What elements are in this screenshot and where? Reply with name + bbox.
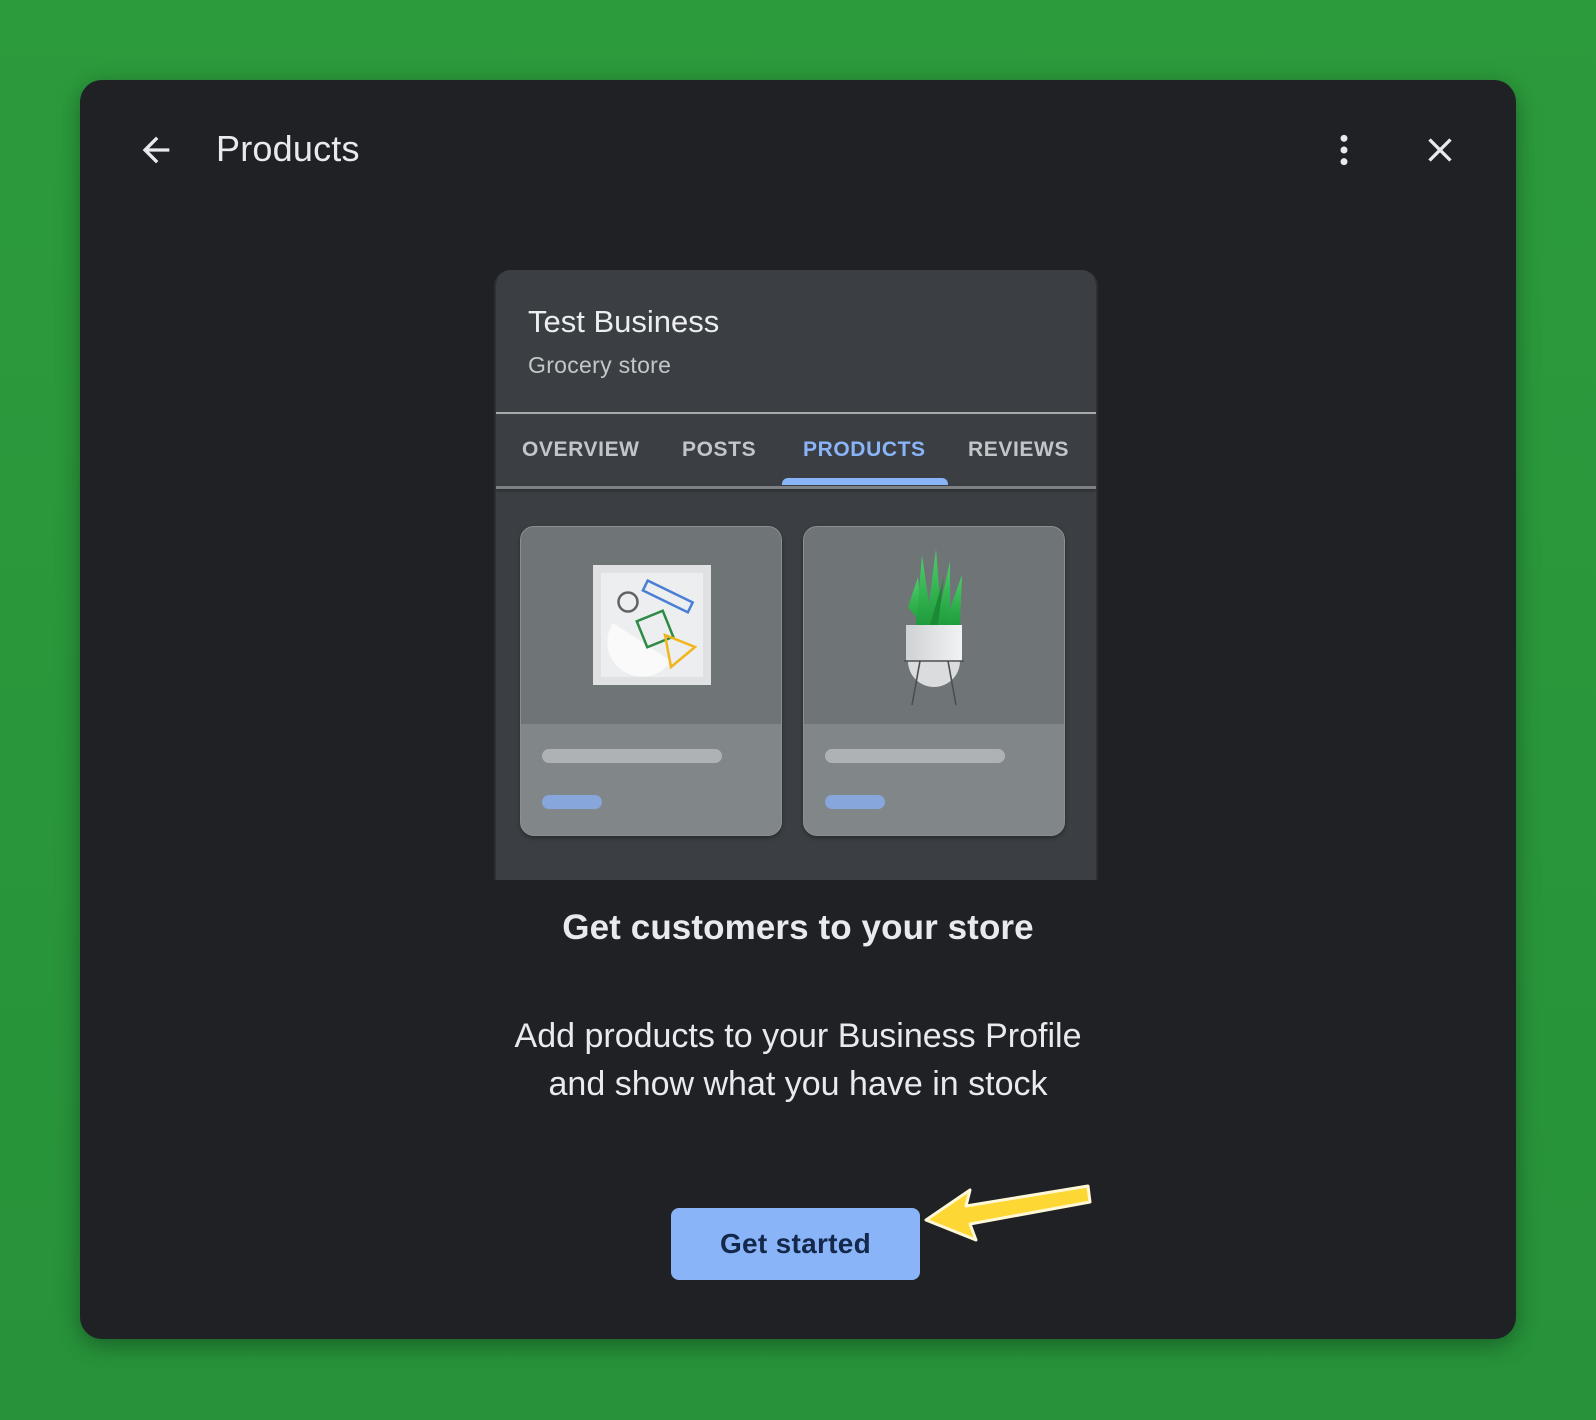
products-dialog: Products Test Business Grocery store OVE… (80, 80, 1516, 1339)
product-image-area (521, 527, 781, 724)
abstract-shapes-illustration-icon (593, 565, 711, 685)
close-button[interactable] (1408, 118, 1472, 182)
preview-tabs: OVERVIEW POSTS PRODUCTS REVIEWS (496, 414, 1096, 486)
tab-overview: OVERVIEW (522, 438, 640, 461)
product-title-placeholder (825, 749, 1005, 763)
description: Add products to your Business Profile an… (80, 1012, 1516, 1108)
product-image-area (804, 527, 1064, 724)
back-button[interactable] (124, 118, 188, 182)
tab-reviews: REVIEWS (968, 438, 1070, 461)
business-name: Test Business (528, 304, 720, 339)
get-started-button[interactable]: Get started (671, 1208, 920, 1280)
product-title-placeholder (542, 749, 722, 763)
product-price-placeholder (542, 795, 602, 809)
description-line: Add products to your Business Profile (514, 1017, 1082, 1055)
product-card (520, 526, 782, 836)
tab-products: PRODUCTS (803, 438, 926, 461)
description-line: and show what you have in stock (548, 1065, 1048, 1103)
business-category: Grocery store (528, 352, 672, 378)
dialog-title: Products (216, 128, 360, 169)
product-card (803, 526, 1065, 836)
headline: Get customers to your store (562, 908, 1034, 947)
yellow-arrow-icon (924, 1184, 1092, 1242)
more-vert-icon (1340, 134, 1348, 166)
more-options-button[interactable] (1312, 118, 1376, 182)
tab-posts: POSTS (682, 438, 757, 461)
product-price-placeholder (825, 795, 885, 809)
divider (496, 486, 1096, 489)
arrow-left-icon (142, 136, 170, 164)
potted-plant-illustration-icon (904, 549, 964, 706)
business-profile-preview: Test Business Grocery store OVERVIEW POS… (494, 270, 1098, 880)
close-icon (1428, 138, 1452, 162)
active-tab-indicator (782, 478, 948, 485)
